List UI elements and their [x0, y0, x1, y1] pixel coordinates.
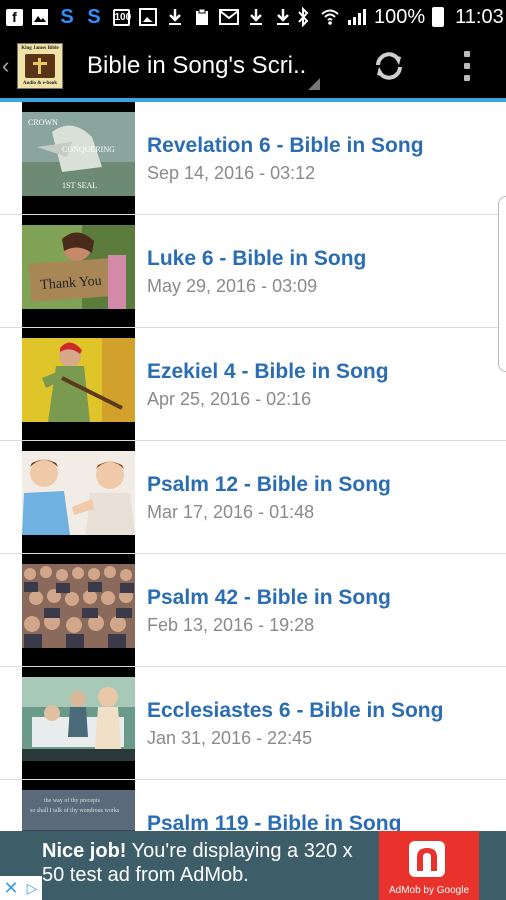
bluetooth-icon: [293, 7, 313, 27]
video-title: Psalm 119 - Bible in Song: [147, 812, 402, 831]
thumbnail-image: Thank You: [22, 225, 135, 309]
storage-icon: 100: [111, 7, 131, 27]
download-icon: [165, 7, 185, 27]
clock: 11:03: [455, 5, 504, 28]
refresh-button[interactable]: [371, 48, 407, 84]
thumbnail-caption: so shall I talk of thy wondrous works: [30, 807, 120, 814]
video-title: Psalm 42 - Bible in Song: [147, 586, 391, 609]
spinner-indicator-icon: [308, 78, 320, 90]
video-title: Psalm 12 - Bible in Song: [147, 473, 391, 496]
video-date: Mar 17, 2016 - 01:48: [147, 502, 315, 522]
video-thumbnail[interactable]: [22, 441, 135, 554]
thumbnail-image: [22, 564, 135, 648]
thumbnail-image: [22, 451, 135, 535]
video-date: May 29, 2016 - 03:09: [147, 276, 318, 296]
download-icon: [273, 7, 293, 27]
video-title: Ezekiel 4 - Bible in Song: [147, 360, 389, 383]
battery-icon: [432, 7, 445, 27]
video-date: Feb 13, 2016 - 19:28: [147, 615, 315, 635]
back-chevron-icon[interactable]: ‹: [2, 53, 14, 79]
channel-title-spinner[interactable]: Bible in Song's Scri..: [87, 52, 322, 80]
thumbnail-image: [22, 338, 135, 422]
video-title: Ecclesiastes 6 - Bible in Song: [147, 699, 444, 722]
bible-book-icon: [25, 54, 55, 78]
mail-icon: [219, 7, 239, 27]
wifi-icon: [320, 7, 340, 27]
list-item[interactable]: CROWN CONQUERING 1ST SEAL Revelation 6 -…: [0, 102, 506, 215]
refresh-icon: [376, 52, 402, 80]
admob-logo[interactable]: AdMob by Google: [379, 831, 479, 900]
video-thumbnail[interactable]: Thank You: [22, 215, 135, 328]
list-item[interactable]: the way of thy precepts so shall I talk …: [0, 780, 506, 831]
list-item[interactable]: Psalm 12 - Bible in Song Mar 17, 2016 - …: [0, 441, 506, 554]
video-date: Apr 25, 2016 - 02:16: [147, 389, 312, 409]
ad-banner[interactable]: Nice job! You're displaying a 320 x 50 t…: [0, 831, 506, 900]
thumbnail-caption: CROWN: [28, 118, 58, 127]
clipboard-icon: [192, 7, 212, 27]
video-thumbnail[interactable]: [22, 554, 135, 667]
video-thumbnail[interactable]: CROWN CONQUERING 1ST SEAL: [22, 102, 135, 215]
list-item[interactable]: Ecclesiastes 6 - Bible in Song Jan 31, 2…: [0, 667, 506, 780]
app-logo-top-text: King James Bible: [21, 46, 59, 51]
thumbnail-caption: CONQUERING: [62, 145, 115, 154]
action-bar: ‹ King James Bible Audio & e-book Bible …: [0, 34, 506, 98]
edge-panel-handle[interactable]: [498, 196, 506, 372]
video-thumbnail[interactable]: the way of thy precepts so shall I talk …: [22, 780, 135, 831]
video-list[interactable]: CROWN CONQUERING 1ST SEAL Revelation 6 -…: [0, 102, 506, 831]
admob-brand-text: AdMob by Google: [388, 885, 470, 896]
ad-headline: Nice job!: [42, 840, 127, 862]
gallery-icon: [138, 7, 158, 27]
admob-icon: [409, 841, 445, 877]
list-item[interactable]: Psalm 42 - Bible in Song Feb 13, 2016 - …: [0, 554, 506, 667]
video-date: Jan 31, 2016 - 22:45: [147, 728, 313, 748]
signal-icon: [347, 7, 367, 27]
list-item[interactable]: Thank You Luke 6 - Bible in Song May 29,…: [0, 215, 506, 328]
system-icons: 100% 11:03: [293, 6, 504, 29]
battery-percentage: 100%: [374, 5, 426, 28]
thumbnail-caption: 1ST SEAL: [62, 181, 97, 190]
notification-icons: f S S 100: [6, 5, 293, 28]
overflow-dot: [464, 63, 470, 69]
video-date: Sep 14, 2016 - 03:12: [147, 163, 316, 183]
thumbnail-image: CROWN CONQUERING 1ST SEAL: [22, 112, 135, 196]
app-logo[interactable]: King James Bible Audio & e-book: [17, 43, 63, 89]
overflow-dot: [464, 75, 470, 81]
s-app-icon: S: [60, 5, 74, 28]
video-thumbnail[interactable]: [22, 667, 135, 780]
thumbnail-image: the way of thy precepts so shall I talk …: [22, 790, 135, 831]
adchoices-icon[interactable]: ▷: [22, 876, 42, 900]
thumbnail-image: [22, 677, 135, 761]
image-icon: [30, 7, 50, 27]
ad-close-icon[interactable]: ✕: [0, 876, 22, 900]
list-item[interactable]: Ezekiel 4 - Bible in Song Apr 25, 2016 -…: [0, 328, 506, 441]
video-title: Revelation 6 - Bible in Song: [147, 134, 424, 157]
video-title: Luke 6 - Bible in Song: [147, 247, 367, 270]
download-icon: [246, 7, 266, 27]
s-app-icon: S: [87, 5, 101, 28]
app-logo-bottom-text: Audio & e-book: [22, 81, 58, 86]
status-bar: f S S 100 100% 11:03: [0, 0, 506, 34]
overflow-menu-button[interactable]: [455, 48, 479, 84]
overflow-dot: [464, 51, 470, 57]
ad-text: Nice job! You're displaying a 320 x 50 t…: [42, 839, 372, 887]
facebook-icon: f: [6, 8, 23, 26]
video-thumbnail[interactable]: [22, 328, 135, 441]
thumbnail-caption: the way of thy precepts: [44, 797, 101, 804]
